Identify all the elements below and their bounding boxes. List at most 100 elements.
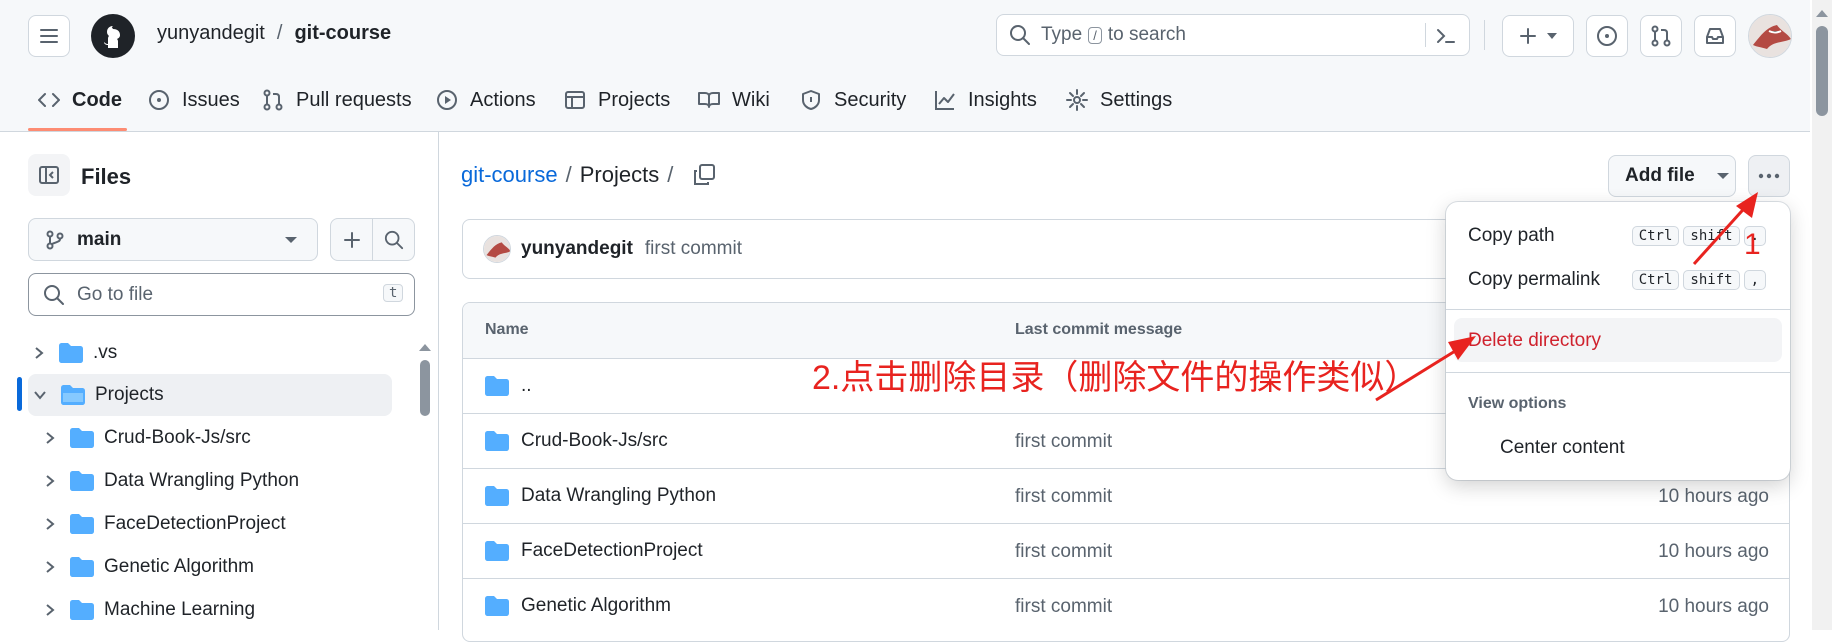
copy-path-icon[interactable] xyxy=(692,163,716,187)
file-name[interactable]: Data Wrangling Python xyxy=(521,485,716,507)
tab-insights[interactable]: Insights xyxy=(934,76,1037,124)
scroll-up-icon xyxy=(1816,10,1828,17)
search-icon xyxy=(384,230,404,249)
shortcut-key: Ctrl xyxy=(1631,270,1680,290)
file-name[interactable]: FaceDetectionProject xyxy=(521,540,703,562)
sidebar-scrollbar[interactable] xyxy=(418,342,432,632)
add-file-button[interactable] xyxy=(331,219,373,260)
menu-divider xyxy=(1446,309,1790,310)
plus-icon xyxy=(343,231,360,248)
table-row[interactable]: Genetic Algorithm first commit 10 hours … xyxy=(463,578,1789,633)
github-logo-icon[interactable] xyxy=(91,14,135,58)
menu-item-center-content[interactable]: Center content xyxy=(1454,428,1782,468)
chevron-right-icon xyxy=(46,475,55,487)
tab-actions-label: Actions xyxy=(470,88,536,111)
avatar[interactable] xyxy=(1748,14,1792,58)
commit-author-avatar[interactable] xyxy=(483,235,511,263)
branch-select[interactable]: main xyxy=(28,218,318,261)
copy-permalink-label: Copy permalink xyxy=(1468,269,1600,290)
pull-request-icon xyxy=(1651,25,1671,47)
branch-name: main xyxy=(77,228,122,250)
scroll-up-icon xyxy=(419,344,431,351)
tab-security[interactable]: Security xyxy=(800,76,906,124)
tree-item-projects[interactable]: Projects xyxy=(28,374,392,416)
file-commit-time: 10 hours ago xyxy=(1658,541,1769,562)
tree-item-machine-learning[interactable]: Machine Learning xyxy=(0,589,400,631)
issue-icon xyxy=(149,90,169,110)
folder-icon xyxy=(70,471,94,491)
file-commit-message[interactable]: first commit xyxy=(1015,486,1112,508)
tree-item-data-wrangling[interactable]: Data Wrangling Python xyxy=(0,460,400,502)
hamburger-icon xyxy=(40,29,58,43)
tree-item-label: FaceDetectionProject xyxy=(104,513,286,534)
tab-code-underline xyxy=(28,128,127,131)
file-commit-message[interactable]: first commit xyxy=(1015,596,1112,618)
commit-message[interactable]: first commit xyxy=(645,238,742,260)
tree-item-genetic-algorithm[interactable]: Genetic Algorithm xyxy=(0,546,400,588)
page-scrollbar[interactable] xyxy=(1812,0,1832,630)
folder-icon xyxy=(70,600,94,620)
menu-divider xyxy=(1446,372,1790,373)
search-files-button[interactable] xyxy=(373,219,415,260)
breadcrumb: git-course / Projects / xyxy=(461,162,673,188)
inbox-button[interactable] xyxy=(1694,15,1736,57)
plus-icon xyxy=(1520,28,1536,44)
tab-pull-requests[interactable]: Pull requests xyxy=(262,76,412,124)
issue-icon xyxy=(1597,26,1617,46)
file-name[interactable]: Crud-Book-Js/src xyxy=(521,430,668,452)
folder-icon xyxy=(485,596,509,616)
folder-icon xyxy=(485,541,509,561)
repo-link[interactable]: git-course xyxy=(294,22,391,45)
tree-item-face-detection[interactable]: FaceDetectionProject xyxy=(0,503,400,545)
shortcut-key: shift xyxy=(1683,270,1740,290)
sidebar-scroll-thumb[interactable] xyxy=(420,360,430,416)
tab-settings[interactable]: Settings xyxy=(1066,76,1172,124)
file-name[interactable]: Genetic Algorithm xyxy=(521,595,671,617)
folder-icon xyxy=(70,514,94,534)
tab-issues-label: Issues xyxy=(182,88,240,111)
search-icon xyxy=(44,284,64,305)
file-commit-message[interactable]: first commit xyxy=(1015,431,1112,453)
owner-link[interactable]: yunyandegit xyxy=(157,22,265,45)
table-row[interactable]: FaceDetectionProject first commit 10 hou… xyxy=(463,523,1789,578)
page-scroll-thumb[interactable] xyxy=(1816,26,1828,116)
commit-author[interactable]: yunyandegit xyxy=(521,238,633,260)
collapse-sidebar-button[interactable] xyxy=(28,154,70,196)
issues-button[interactable] xyxy=(1586,15,1628,57)
pull-requests-button[interactable] xyxy=(1640,15,1682,57)
tab-actions[interactable]: Actions xyxy=(436,76,536,124)
file-commit-message[interactable]: first commit xyxy=(1015,541,1112,563)
annotation-step-2: 2.点击删除目录（删除文件的操作类似） xyxy=(812,359,1419,397)
go-to-file-input[interactable]: Go to file t xyxy=(28,273,415,316)
breadcrumb-trailing-separator: / xyxy=(667,162,674,187)
tab-projects[interactable]: Projects xyxy=(564,76,670,124)
shield-icon xyxy=(802,90,820,110)
menu-button[interactable] xyxy=(28,15,70,57)
chevron-right-icon xyxy=(46,518,55,530)
column-last-commit: Last commit message xyxy=(1015,321,1183,338)
tab-wiki[interactable]: Wiki xyxy=(698,76,770,124)
file-name[interactable]: .. xyxy=(521,375,532,397)
path-separator: / xyxy=(276,22,283,44)
tab-code[interactable]: Code xyxy=(38,76,122,124)
kebab-horizontal-icon xyxy=(1758,173,1780,179)
tree-item-label: Crud-Book-Js/src xyxy=(104,427,251,448)
tab-projects-label: Projects xyxy=(598,88,671,111)
table-icon xyxy=(565,91,585,109)
folder-icon xyxy=(59,343,83,363)
breadcrumb-repo-link[interactable]: git-course xyxy=(461,162,558,188)
chevron-right-icon xyxy=(46,561,55,573)
code-icon xyxy=(38,93,60,107)
command-palette-icon[interactable] xyxy=(1435,25,1457,47)
chevron-right-icon xyxy=(35,347,44,359)
menu-item-delete-directory[interactable]: Delete directory xyxy=(1454,318,1782,362)
tab-security-label: Security xyxy=(834,88,907,111)
caret-down-icon xyxy=(1716,173,1729,179)
tree-item-vs[interactable]: .vs xyxy=(0,332,400,374)
tree-item-crud-book[interactable]: Crud-Book-Js/src xyxy=(0,417,400,459)
shortcut-key: Ctrl xyxy=(1631,226,1680,246)
search-input[interactable]: Type / to search xyxy=(996,14,1470,56)
search-placeholder-2: to search xyxy=(1107,24,1186,45)
tab-issues[interactable]: Issues xyxy=(148,76,240,124)
create-new-button[interactable] xyxy=(1502,15,1574,57)
